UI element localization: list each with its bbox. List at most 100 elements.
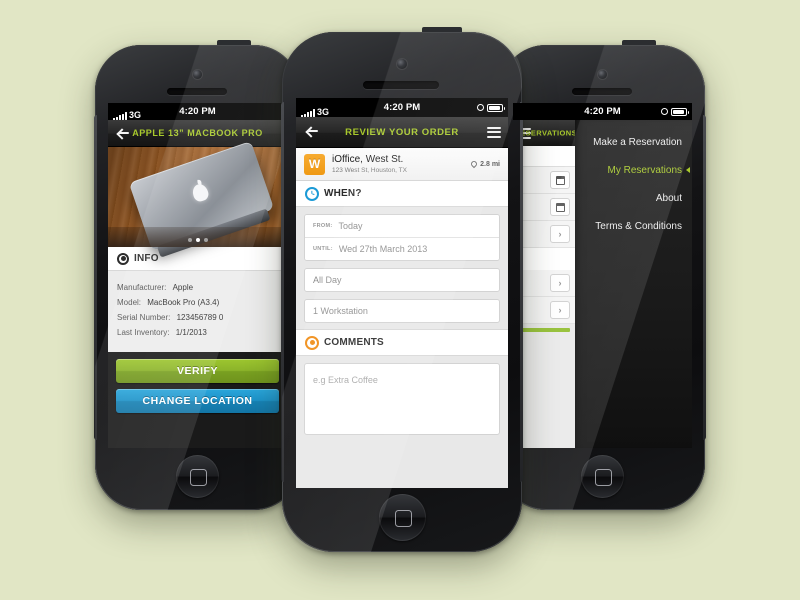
- info-label: Manufacturer:: [117, 283, 167, 292]
- menu-item-label: My Reservations: [607, 164, 682, 176]
- when-section-header: WHEN?: [296, 181, 508, 207]
- disclosure-chip[interactable]: ›: [550, 301, 570, 319]
- menu-item-label: Make a Reservation: [593, 136, 682, 148]
- phone-right-home-button[interactable]: [581, 455, 624, 498]
- status-time: 4:20 PM: [179, 106, 216, 117]
- menu-item-label: Terms & Conditions: [595, 220, 682, 232]
- phone-left-power-button[interactable]: [217, 40, 251, 45]
- phone-right: RESERVATIONS › › › 4:20 PM Make a Reserv…: [499, 40, 706, 510]
- phone-left-band-left: [94, 115, 97, 440]
- left-nav-bar: APPLE 13” MACBOOK PRO: [108, 120, 287, 147]
- phone-right-band-right: [703, 115, 706, 440]
- disclosure-chip[interactable]: ›: [550, 225, 570, 243]
- menu-item-label: About: [655, 192, 682, 204]
- all-day-value: All Day: [313, 275, 342, 285]
- status-time: 4:20 PM: [584, 106, 621, 117]
- venue-name: iOffice, West St.: [332, 154, 404, 165]
- phone-center-power-button[interactable]: [422, 27, 462, 32]
- phone-right-screen: RESERVATIONS › › › 4:20 PM Make a Reserv…: [513, 103, 692, 448]
- venue-address: 123 West St, Houston, TX: [332, 167, 407, 174]
- right-drawer-menu: Make a Reservation My Reservations About…: [575, 120, 692, 448]
- menu-item-about[interactable]: About: [575, 184, 692, 212]
- progress-bar: [518, 328, 570, 332]
- phone-center-band-right: [520, 102, 523, 482]
- disclosure-chip[interactable]: ›: [550, 274, 570, 292]
- phone-left-screen: 3G 4:20 PM APPLE 13” MACBOOK PRO INFO Ma…: [108, 103, 287, 448]
- from-label: FROM:: [313, 223, 333, 229]
- venue-distance: 2.8 mi: [469, 159, 500, 169]
- chevron-right-icon: ›: [558, 278, 562, 288]
- info-label: Serial Number:: [117, 313, 171, 322]
- hamburger-menu-icon[interactable]: [480, 126, 508, 138]
- verify-button[interactable]: VERIFY: [116, 359, 279, 383]
- comments-section-header: COMMENTS: [296, 329, 508, 356]
- status-time: 4:20 PM: [383, 102, 421, 113]
- until-field[interactable]: UNTIL: Wed 27th March 2013: [305, 237, 499, 260]
- drawer-menu-list: Make a Reservation My Reservations About…: [575, 120, 692, 240]
- change-location-button[interactable]: CHANGE LOCATION: [116, 389, 279, 413]
- info-row-manufacturer: Manufacturer: Apple: [117, 283, 278, 292]
- from-field[interactable]: FROM: Today: [305, 215, 499, 237]
- clock-icon: [305, 186, 319, 201]
- back-button[interactable]: [108, 127, 138, 140]
- workstation-group: 1 Workstation: [304, 299, 500, 323]
- when-section-title: WHEN?: [324, 188, 362, 199]
- venue-badge: W: [304, 153, 325, 175]
- phone-left-speaker: [167, 88, 227, 95]
- info-row-last-inventory: Last Inventory: 1/1/2013: [117, 328, 278, 337]
- menu-item-my-reservations[interactable]: My Reservations: [575, 156, 692, 184]
- battery-icon: [487, 103, 505, 112]
- info-section-title: INFO: [134, 253, 159, 264]
- from-value: Today: [338, 221, 363, 231]
- phone-left-home-button[interactable]: [176, 455, 219, 498]
- showcase-stage: RESERVATIONS › › › 4:20 PM Make a Reserv…: [0, 0, 800, 600]
- active-indicator-icon: [686, 167, 690, 173]
- center-app-content: W iOffice, West St. 123 West St, Houston…: [296, 148, 508, 488]
- workstation-field[interactable]: 1 Workstation: [305, 300, 499, 322]
- menu-item-terms-conditions[interactable]: Terms & Conditions: [575, 212, 692, 240]
- carousel-dot[interactable]: [203, 238, 208, 242]
- center-nav-bar: REVIEW YOUR ORDER: [296, 117, 508, 148]
- product-photo[interactable]: [108, 140, 287, 252]
- comments-placeholder: e.g Extra Coffee: [313, 375, 378, 385]
- phone-center-camera: [397, 59, 407, 69]
- back-button[interactable]: [296, 125, 330, 140]
- info-section-body: Manufacturer: Apple Model: MacBook Pro (…: [108, 271, 287, 352]
- right-underlying-nav-title: RESERVATIONS: [514, 128, 575, 138]
- right-app-root: RESERVATIONS › › › 4:20 PM Make a Reserv…: [513, 103, 692, 448]
- back-arrow-icon: [306, 125, 321, 140]
- battery-icon: [671, 107, 689, 116]
- info-value: MacBook Pro (A3.4): [147, 298, 220, 307]
- phone-left-camera: [193, 70, 202, 79]
- all-day-group: All Day: [304, 268, 500, 292]
- calendar-icon: [555, 202, 565, 212]
- calendar-chip[interactable]: [550, 198, 570, 216]
- phone-right-power-button[interactable]: [622, 40, 656, 45]
- info-value: 123456789 0: [176, 313, 224, 322]
- apple-logo-icon: [190, 181, 211, 203]
- left-status-bar: 3G 4:20 PM: [108, 103, 287, 120]
- all-day-field[interactable]: All Day: [305, 269, 499, 291]
- carousel-dot[interactable]: [187, 238, 192, 242]
- chevron-right-icon: ›: [558, 305, 562, 315]
- comments-input[interactable]: e.g Extra Coffee: [304, 363, 500, 435]
- center-status-bar: 3G 4:20 PM: [296, 98, 508, 117]
- back-arrow-icon: [117, 127, 130, 140]
- calendar-icon: [555, 175, 565, 185]
- info-section-header: INFO: [108, 247, 287, 271]
- info-value: Apple: [172, 283, 194, 292]
- menu-item-make-reservation[interactable]: Make a Reservation: [575, 128, 692, 156]
- calendar-chip[interactable]: [550, 171, 570, 189]
- phone-center-band-left: [281, 102, 284, 482]
- location-pin-icon: [469, 159, 479, 169]
- carousel-dot-active[interactable]: [195, 238, 200, 242]
- until-label: UNTIL:: [313, 246, 333, 252]
- info-icon: [117, 252, 129, 265]
- carousel-dots[interactable]: [108, 238, 287, 242]
- phone-center-screen: 3G 4:20 PM REVIEW YOUR ORDER W iOffice, …: [296, 98, 508, 488]
- phone-right-speaker: [572, 88, 632, 95]
- when-date-group: FROM: Today UNTIL: Wed 27th March 2013: [304, 214, 500, 261]
- phone-center-home-button[interactable]: [379, 494, 426, 541]
- venue-header[interactable]: W iOffice, West St. 123 West St, Houston…: [296, 148, 508, 181]
- distance-label: 2.8 mi: [480, 160, 500, 168]
